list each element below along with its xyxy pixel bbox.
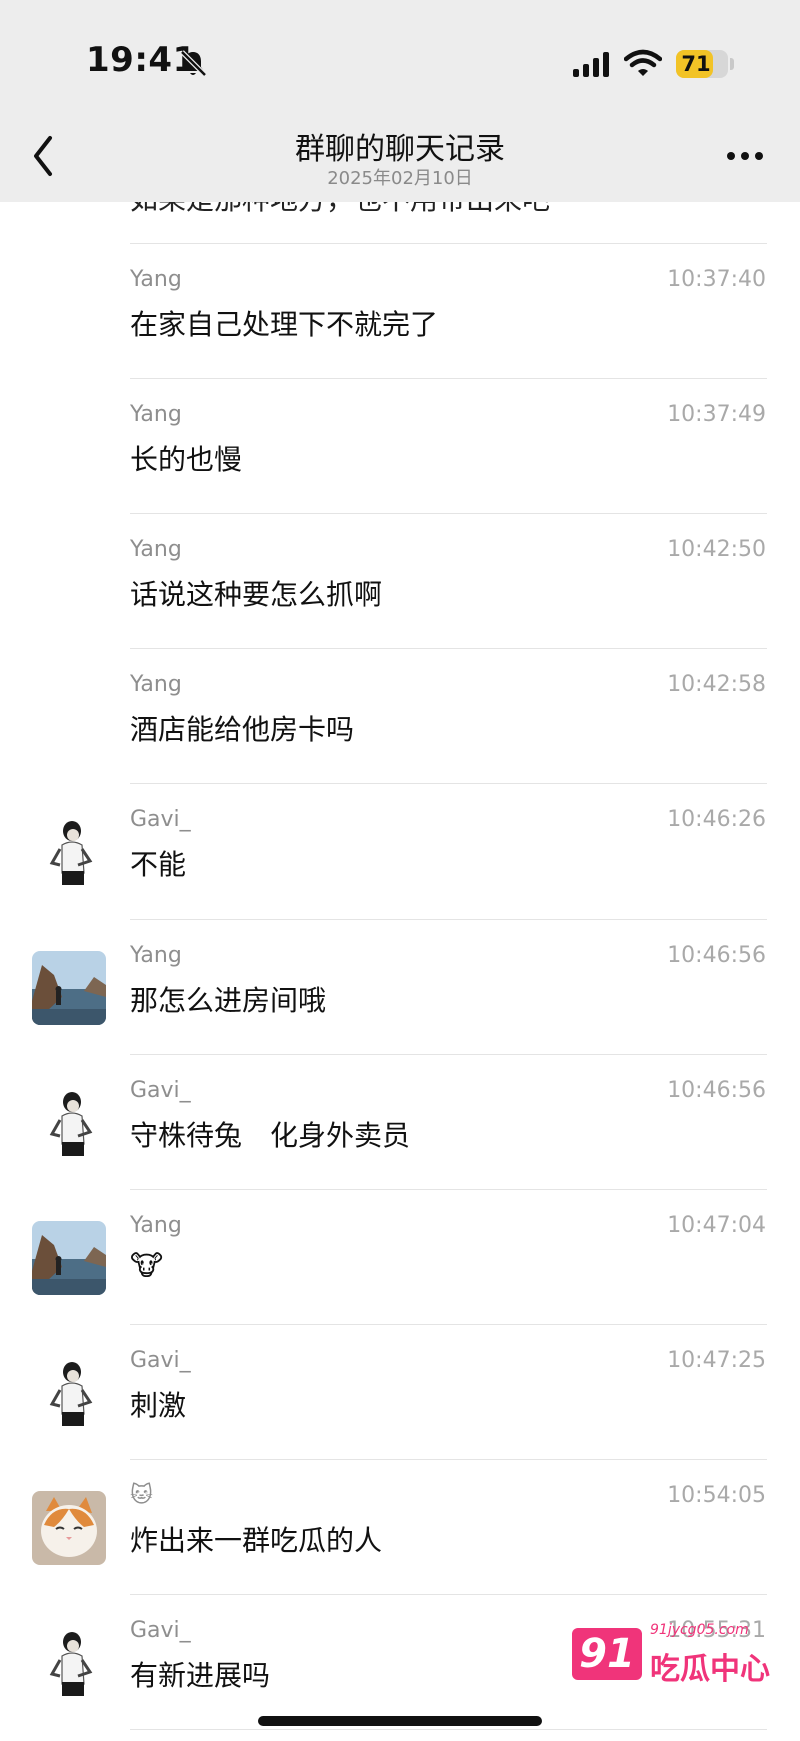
watermark-url: 91jycg05.com	[650, 1622, 749, 1638]
message-item[interactable]: Yang 10:46:56 那怎么进房间哦	[0, 919, 800, 1054]
message-text: 话说这种要怎么抓啊	[130, 578, 383, 612]
watermark: 91 91jycg05.com 吃瓜中心	[560, 1610, 780, 1700]
message-text: 不能	[130, 848, 187, 882]
message-text: 守株待兔 化身外卖员	[130, 1118, 411, 1152]
watermark-logo: 91	[572, 1628, 642, 1680]
message-item[interactable]: Yang 10:47:04 🐮	[0, 1189, 800, 1324]
message-time: 10:54:05	[667, 1482, 766, 1508]
wifi-icon	[624, 49, 662, 76]
battery-tip	[730, 58, 734, 70]
message-text: 有新进展吗	[130, 1659, 271, 1692]
message-sender: Gavi_	[130, 807, 191, 833]
message-text: 🐮	[130, 1248, 164, 1282]
message-time: 10:46:26	[667, 807, 766, 833]
message-text: 长的也慢	[130, 443, 243, 477]
message-item[interactable]: Yang 10:37:40 在家自己处理下不就完了	[0, 243, 800, 378]
page-date: 2025年02月10日	[327, 168, 473, 189]
person-avatar[interactable]	[32, 815, 106, 890]
message-item[interactable]: Gavi_ 10:46:56 守株待兔 化身外卖员	[0, 1054, 800, 1189]
more-options-icon[interactable]	[726, 150, 764, 162]
message-sender: Gavi_	[130, 1347, 191, 1373]
header-bar: 19:41 71 群聊的聊天记录 2025年02月10日	[0, 0, 800, 202]
message-sender: Yang	[130, 537, 182, 563]
watermark-name: 吃瓜中心	[650, 1652, 770, 1687]
message-time: 10:42:50	[667, 537, 766, 563]
home-indicator	[258, 1716, 542, 1726]
message-sender: Yang	[130, 402, 182, 428]
page-title: 群聊的聊天记录	[295, 132, 505, 167]
message-sender: Yang	[130, 942, 182, 968]
message-time: 10:46:56	[667, 1077, 766, 1103]
landscape-avatar[interactable]	[32, 1220, 106, 1295]
message-text: 那怎么进房间哦	[130, 983, 327, 1017]
message-sender: Yang	[130, 1212, 182, 1238]
message-divider	[130, 1729, 767, 1730]
person-avatar[interactable]	[32, 1085, 106, 1160]
message-time: 10:37:49	[667, 402, 766, 428]
message-text: 酒店能给他房卡吗	[130, 713, 355, 747]
message-text: 刺激	[130, 1388, 187, 1422]
person-avatar[interactable]	[32, 1355, 106, 1430]
message-item[interactable]: Yang 10:42:58 酒店能给他房卡吗	[0, 648, 800, 783]
message-sender: Gavi_	[130, 1618, 191, 1643]
message-item[interactable]: Yang 10:42:50 话说这种要怎么抓啊	[0, 513, 800, 648]
message-item[interactable]: Gavi_ 10:47:25 刺激	[0, 1324, 800, 1459]
message-time: 10:42:58	[667, 672, 766, 698]
message-item[interactable]: Gavi_ 10:46:26 不能	[0, 783, 800, 918]
message-sender: Yang	[130, 672, 182, 698]
message-item[interactable]: Yang 10:37:49 长的也慢	[0, 378, 800, 513]
message-sender: Gavi_	[130, 1077, 191, 1103]
message-sender: 🐱	[130, 1482, 153, 1508]
message-time: 10:46:56	[667, 942, 766, 968]
message-sender: Yang	[130, 267, 182, 292]
battery-percent: 71	[681, 52, 711, 76]
message-item[interactable]: 🐱 10:54:05 炸出来一群吃瓜的人	[0, 1459, 800, 1594]
cat-avatar[interactable]	[32, 1490, 106, 1565]
message-time: 10:47:25	[667, 1347, 766, 1373]
landscape-avatar[interactable]	[32, 950, 106, 1025]
chat-history-list[interactable]: 如果是那种地方，也不用带出来吧 Yang10:37:40在家自己处理下不就完了Y…	[0, 0, 800, 1741]
person-avatar[interactable]	[32, 1626, 106, 1700]
message-text: 在家自己处理下不就完了	[130, 308, 439, 341]
message-time: 10:37:40	[667, 267, 766, 292]
bell-muted-icon	[180, 50, 207, 77]
signal-icon	[573, 52, 609, 77]
message-time: 10:47:04	[667, 1212, 766, 1238]
battery-indicator: 71	[676, 50, 728, 78]
message-text: 炸出来一群吃瓜的人	[130, 1523, 383, 1557]
